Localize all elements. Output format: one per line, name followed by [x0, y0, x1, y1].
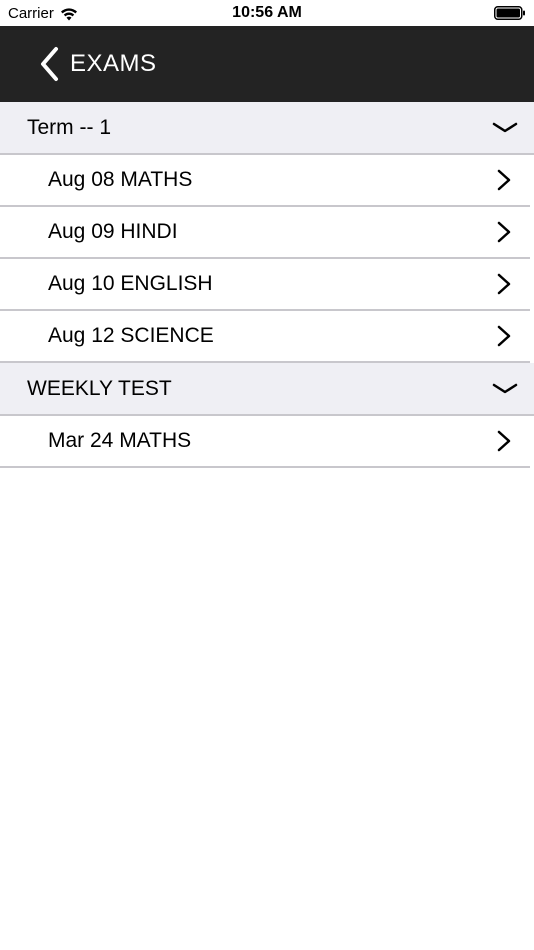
list-item[interactable]: Aug 09 HINDI [0, 207, 530, 259]
section-title: Term -- 1 [27, 115, 111, 139]
exam-label: Aug 10 ENGLISH [48, 272, 213, 295]
status-time: 10:56 AM [232, 4, 302, 21]
nav-bar: EXAMS [0, 26, 534, 102]
battery-icon [494, 6, 525, 20]
exam-label: Mar 24 MATHS [48, 429, 192, 452]
chevron-left-icon [41, 47, 58, 81]
section-header-term-1[interactable]: Term -- 1 [0, 102, 534, 155]
list-item[interactable]: Aug 08 MATHS [0, 155, 530, 207]
status-bar: Carrier 10:56 AM [0, 0, 534, 26]
chevron-down-icon[interactable] [492, 382, 518, 396]
exam-list: Term -- 1 Aug 08 MATHS Aug 09 HINDI Aug … [0, 102, 534, 468]
exam-label: Aug 12 SCIENCE [48, 324, 214, 347]
list-item[interactable]: Aug 12 SCIENCE [0, 311, 530, 363]
chevron-right-icon [497, 169, 511, 191]
exam-label: Aug 08 MATHS [48, 168, 193, 191]
chevron-down-icon[interactable] [492, 121, 518, 135]
chevron-right-icon [497, 325, 511, 347]
list-item[interactable]: Aug 10 ENGLISH [0, 259, 530, 311]
chevron-right-icon [497, 430, 511, 452]
exam-label: Aug 09 HINDI [48, 220, 178, 243]
back-button[interactable]: EXAMS [38, 44, 157, 84]
page-title: EXAMS [70, 50, 157, 77]
section-header-weekly-test[interactable]: WEEKLY TEST [0, 363, 534, 416]
section-title: WEEKLY TEST [27, 376, 172, 400]
chevron-right-icon [497, 273, 511, 295]
chevron-right-icon [497, 221, 511, 243]
list-item[interactable]: Mar 24 MATHS [0, 416, 530, 468]
